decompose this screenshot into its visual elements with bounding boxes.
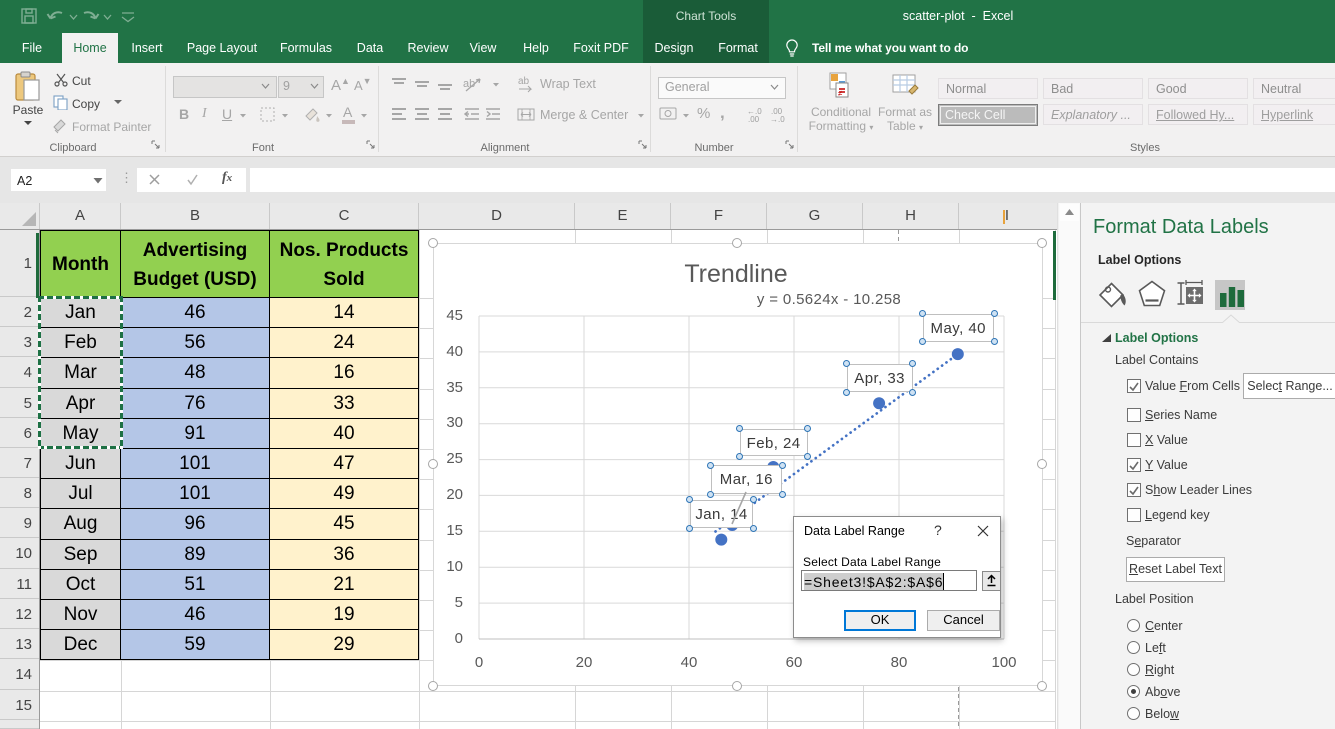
- svg-text:≠: ≠: [838, 89, 843, 98]
- svg-text:→.0: →.0: [770, 115, 785, 123]
- svg-text:ab: ab: [518, 76, 530, 87]
- svg-text:.00: .00: [748, 115, 760, 123]
